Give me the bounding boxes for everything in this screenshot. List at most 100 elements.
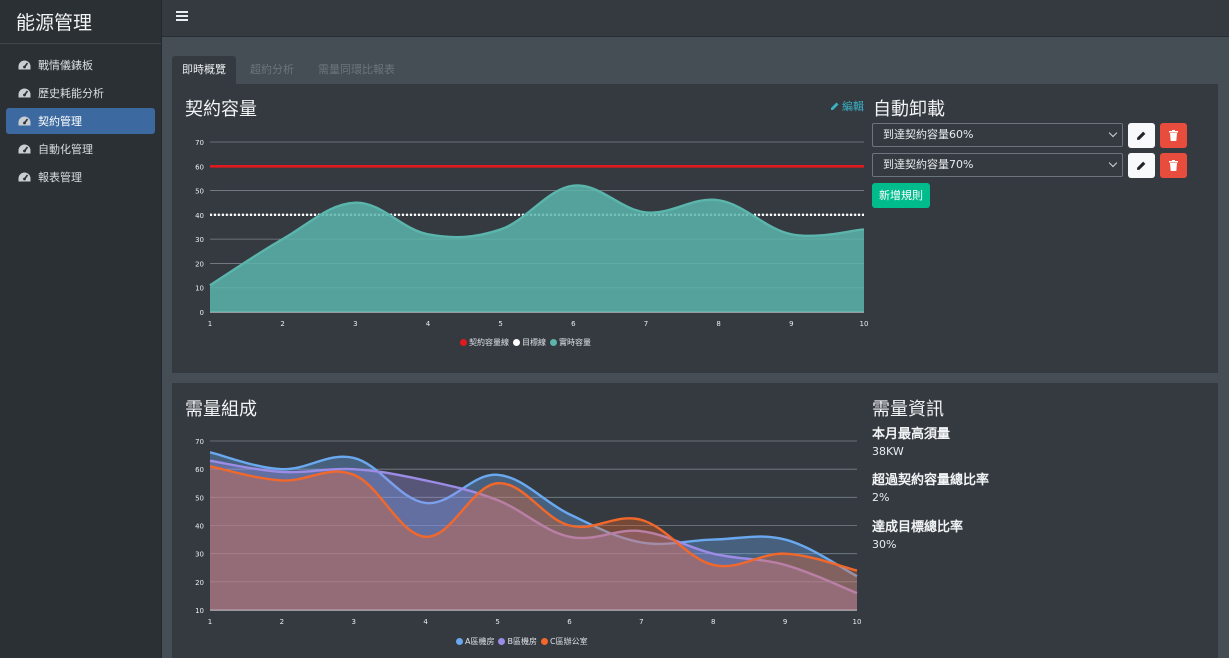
y-tick-label: 50 xyxy=(195,188,204,196)
x-tick-label: 9 xyxy=(783,618,787,626)
x-tick-label: 1 xyxy=(208,320,212,328)
legend-item[interactable]: 契約容量線 xyxy=(460,337,509,348)
sidebar: 能源管理 戰情儀錶板歷史耗能分析 契約管理自動化管理報表管理 xyxy=(0,0,162,658)
y-tick-label: 60 xyxy=(195,163,204,171)
y-tick-label: 20 xyxy=(195,579,204,587)
demand-chart: 10 20 30 40 50 60 70 1 2 3 4 5 6 7 8 9 10 xyxy=(195,438,862,626)
x-tick-label: 2 xyxy=(280,320,284,328)
info-label-peak: 本月最高須量 xyxy=(872,427,951,442)
dashboard-gauge-icon xyxy=(18,116,31,125)
y-tick-label: 40 xyxy=(195,523,204,531)
x-tick-label: 10 xyxy=(860,320,869,328)
x-tick-label: 6 xyxy=(571,320,576,328)
x-tick-label: 3 xyxy=(353,320,357,328)
legend-item[interactable]: C區辦公室 xyxy=(540,636,588,647)
x-tick-label: 5 xyxy=(498,320,502,328)
chevron-down-icon xyxy=(1108,128,1118,138)
sidebar-item-1[interactable]: 歷史耗能分析 xyxy=(6,80,155,106)
rule-select-0[interactable]: 到達契約容量60% xyxy=(872,123,1123,147)
info-label-target: 達成目標總比率 xyxy=(872,520,964,535)
legend-dot xyxy=(460,339,467,346)
rule-select-1[interactable]: 到達契約容量70% xyxy=(872,153,1123,177)
legend-item[interactable]: A區機房 xyxy=(456,636,494,647)
rule-delete-button-1[interactable] xyxy=(1160,153,1187,178)
legend-label: 實時容量 xyxy=(559,338,591,347)
rule-select-value: 到達契約容量70% xyxy=(883,158,974,171)
x-tick-label: 4 xyxy=(423,618,428,626)
rule-select-value: 到達契約容量60% xyxy=(883,128,974,141)
legend-dot xyxy=(513,339,520,346)
info-label-over: 超過契約容量總比率 xyxy=(872,473,990,488)
legend-dot xyxy=(498,638,506,645)
rule-edit-button-0[interactable] xyxy=(1128,123,1155,148)
contract-chart: 0 10 20 30 40 50 60 70 1 2 3 4 5 6 7 8 9 10 xyxy=(195,139,869,328)
legend-label: A區機房 xyxy=(465,637,495,646)
y-tick-label: 60 xyxy=(195,466,204,474)
x-tick-label: 3 xyxy=(352,618,356,626)
legend-label: 目標線 xyxy=(522,338,546,347)
top-bar xyxy=(162,0,1229,37)
contract-card: 契約容量 編輯 0 10 20 30 40 50 60 70 1 2 3 4 5 6 7 8 9 10 契約容量線… xyxy=(172,84,1218,373)
y-tick-label: 20 xyxy=(195,260,204,268)
pencil-icon xyxy=(1137,161,1146,170)
sidebar-item-3[interactable]: 自動化管理 xyxy=(6,136,155,162)
sidebar-item-2[interactable]: 契約管理 xyxy=(6,108,155,134)
info-value-target: 30% xyxy=(872,538,897,551)
tab-2[interactable]: 需量同環比報表 xyxy=(308,56,405,84)
x-tick-label: 6 xyxy=(567,618,572,626)
brand-title: 能源管理 xyxy=(0,0,161,44)
x-tick-label: 8 xyxy=(716,320,720,328)
legend-item[interactable]: 實時容量 xyxy=(550,337,591,348)
legend-dot xyxy=(540,638,548,645)
add-rule-button[interactable]: 新增規則 xyxy=(872,183,930,208)
info-value-over: 2% xyxy=(872,491,890,504)
trash-icon xyxy=(1169,130,1178,141)
y-tick-label: 10 xyxy=(195,607,204,615)
unload-title: 自動卸載 xyxy=(873,99,945,120)
menu-toggle-icon[interactable] xyxy=(176,11,188,23)
legend-item[interactable]: 目標線 xyxy=(513,337,546,348)
rule-delete-button-0[interactable] xyxy=(1160,123,1187,148)
y-tick-label: 30 xyxy=(195,236,204,244)
rule-edit-button-1[interactable] xyxy=(1128,153,1155,178)
main-content: 即時概覽 超約分析 需量同環比報表 契約容量 編輯 0 10 20 30 40 50 60 70 1… xyxy=(162,37,1229,658)
legend-dot xyxy=(550,339,557,346)
sidebar-item-label: 戰情儀錶板 xyxy=(38,59,93,72)
sidebar-item-label: 自動化管理 xyxy=(38,143,93,156)
dashboard-gauge-icon xyxy=(18,172,31,181)
dashboard-gauge-icon xyxy=(18,88,31,97)
dashboard-gauge-icon xyxy=(18,60,31,69)
sidebar-nav: 戰情儀錶板歷史耗能分析 契約管理自動化管理報表管理 xyxy=(0,44,161,190)
x-tick-label: 5 xyxy=(495,618,499,626)
y-tick-label: 0 xyxy=(200,309,204,317)
dashboard-gauge-icon xyxy=(18,144,31,153)
sidebar-item-label: 報表管理 xyxy=(38,171,82,184)
info-value-peak: 38KW xyxy=(872,445,904,458)
demand-card: 需量組成 10 20 30 40 50 60 70 1 2 3 4 5 6 7 8 9 10 A區機房 B區機房 C… xyxy=(172,383,1218,658)
demand-legend: A區機房 B區機房 C區辦公室 xyxy=(456,636,592,647)
trash-icon xyxy=(1169,160,1178,171)
sidebar-item-label: 契約管理 xyxy=(38,115,82,128)
x-tick-label: 8 xyxy=(711,618,715,626)
sidebar-item-0[interactable]: 戰情儀錶板 xyxy=(6,52,155,78)
tab-1[interactable]: 超約分析 xyxy=(240,56,304,84)
x-tick-label: 2 xyxy=(280,618,284,626)
sidebar-item-4[interactable]: 報表管理 xyxy=(6,164,155,190)
x-tick-label: 1 xyxy=(208,618,212,626)
x-tick-label: 4 xyxy=(426,320,431,328)
y-tick-label: 70 xyxy=(195,438,204,446)
sidebar-item-label: 歷史耗能分析 xyxy=(38,87,104,100)
legend-item[interactable]: B區機房 xyxy=(498,636,537,647)
chevron-down-icon xyxy=(1108,158,1118,168)
x-tick-label: 7 xyxy=(639,618,643,626)
x-tick-label: 9 xyxy=(789,320,793,328)
y-tick-label: 70 xyxy=(195,139,204,147)
y-tick-label: 10 xyxy=(195,285,204,293)
y-tick-label: 50 xyxy=(195,494,204,502)
contract-legend: 契約容量線 目標線 實時容量 xyxy=(460,337,595,348)
x-tick-label: 10 xyxy=(853,618,862,626)
legend-label: C區辦公室 xyxy=(549,637,588,646)
legend-dot xyxy=(456,638,463,645)
legend-label: 契約容量線 xyxy=(469,338,509,347)
tab-0[interactable]: 即時概覽 xyxy=(172,56,236,84)
